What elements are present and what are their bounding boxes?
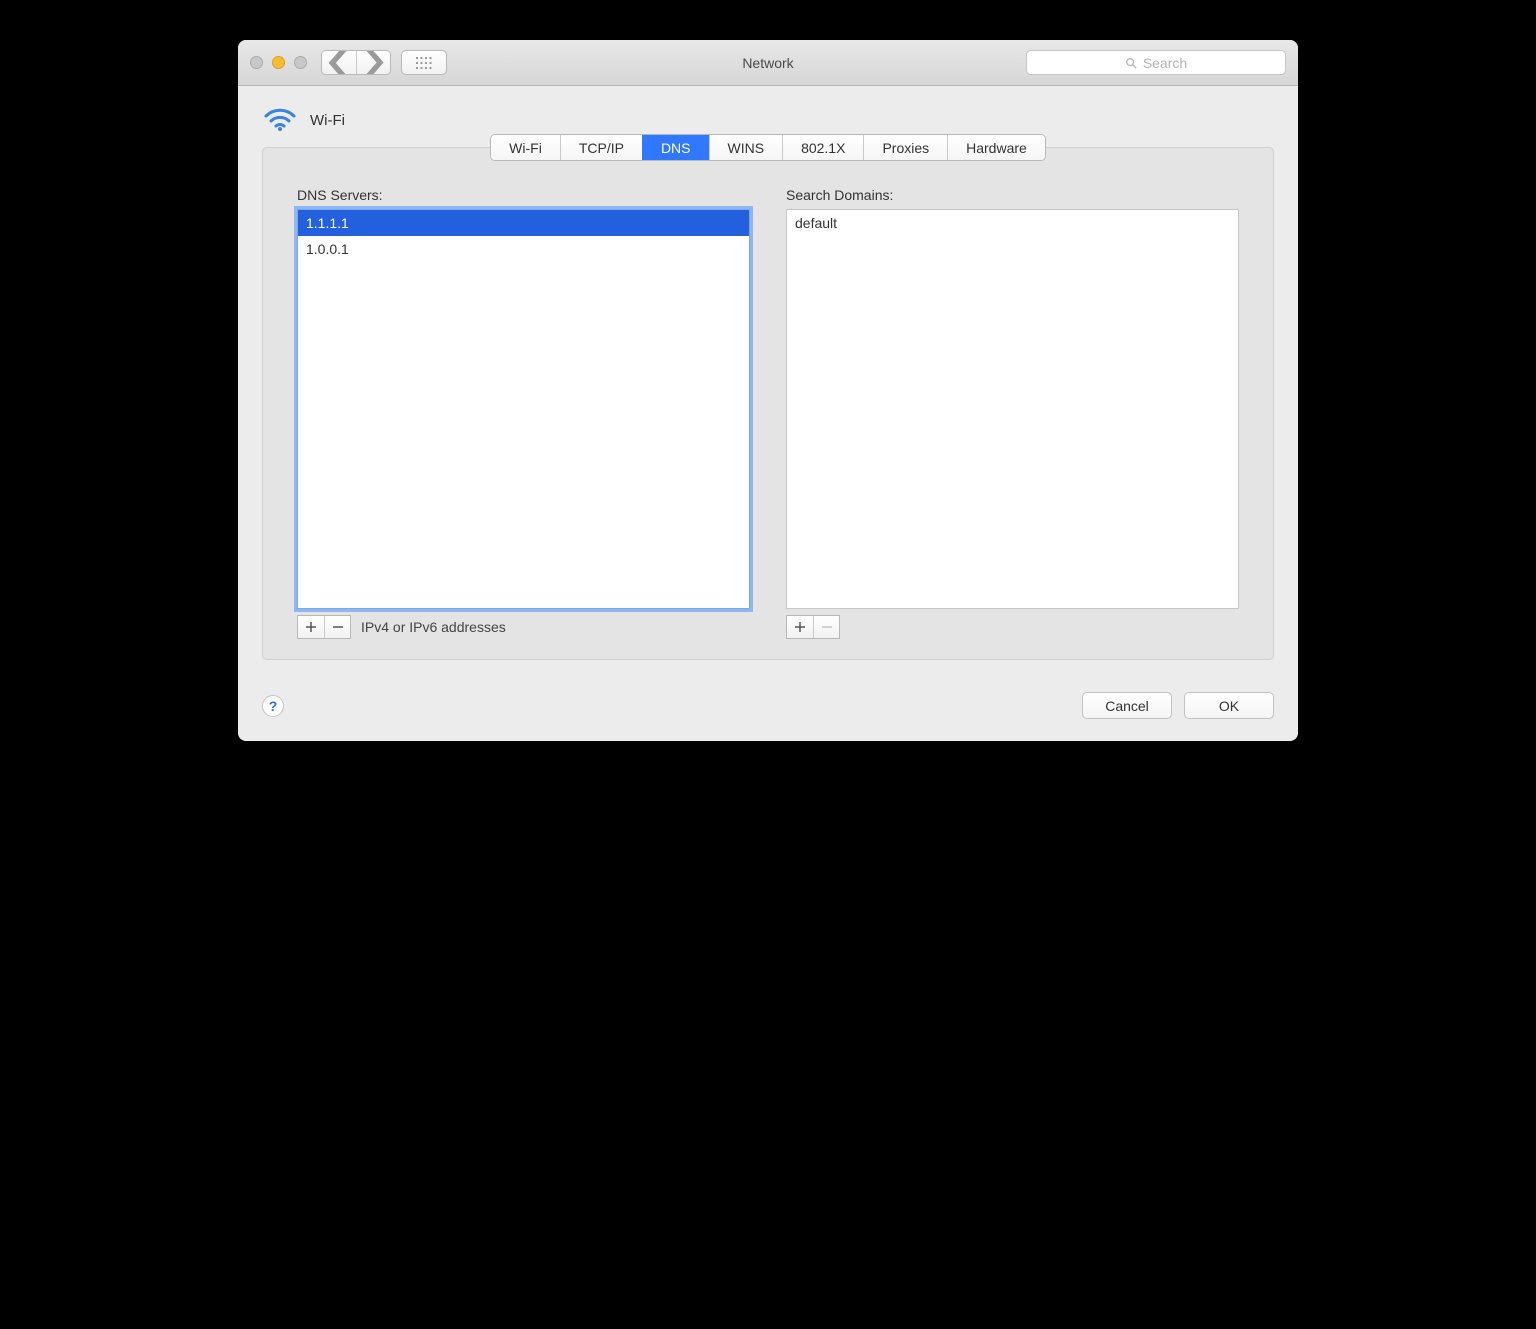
zoom-window-button[interactable]	[294, 56, 307, 69]
titlebar: Network Search	[238, 40, 1298, 86]
domains-remove-button	[813, 616, 839, 638]
plus-icon	[794, 621, 806, 633]
chevron-left-icon	[322, 50, 356, 75]
help-button[interactable]: ?	[262, 695, 284, 717]
search-domains-list[interactable]: default	[786, 209, 1239, 609]
tab-8021x[interactable]: 802.1X	[782, 135, 863, 160]
tab-bar: Wi-Fi TCP/IP DNS WINS 802.1X Proxies Har…	[263, 134, 1273, 161]
dns-servers-label: DNS Servers:	[297, 187, 750, 203]
tab-hardware[interactable]: Hardware	[947, 135, 1045, 160]
search-domains-column: Search Domains: default	[786, 187, 1239, 639]
show-all-button[interactable]	[401, 50, 447, 75]
tab-tcpip[interactable]: TCP/IP	[560, 135, 642, 160]
nav-back-forward	[321, 50, 391, 75]
tab-wins[interactable]: WINS	[709, 135, 783, 160]
tab-wifi[interactable]: Wi-Fi	[491, 135, 560, 160]
grid-icon	[416, 57, 432, 69]
search-placeholder: Search	[1143, 55, 1187, 71]
dns-servers-list[interactable]: 1.1.1.1 1.0.0.1	[297, 209, 750, 609]
dns-add-button[interactable]	[298, 616, 324, 638]
dns-servers-column: DNS Servers: 1.1.1.1 1.0.0.1	[297, 187, 750, 639]
minimize-window-button[interactable]	[272, 56, 285, 69]
dns-server-row[interactable]: 1.1.1.1	[298, 210, 749, 236]
ok-button[interactable]: OK	[1184, 692, 1274, 719]
minus-icon	[332, 621, 344, 633]
dns-add-remove	[297, 615, 351, 639]
search-domain-row[interactable]: default	[787, 210, 1238, 236]
search-field[interactable]: Search	[1026, 50, 1286, 75]
dialog-footer: ? Cancel OK	[238, 678, 1298, 741]
forward-button[interactable]	[356, 51, 390, 74]
domains-add-remove	[786, 615, 840, 639]
tab-dns[interactable]: DNS	[642, 135, 709, 160]
chevron-right-icon	[357, 50, 390, 75]
domains-add-button[interactable]	[787, 616, 813, 638]
dns-server-row[interactable]: 1.0.0.1	[298, 236, 749, 262]
wifi-icon	[262, 104, 298, 137]
search-domains-label: Search Domains:	[786, 187, 1239, 203]
plus-icon	[305, 621, 317, 633]
back-button[interactable]	[322, 51, 356, 74]
interface-name: Wi-Fi	[310, 112, 345, 129]
window-controls	[250, 56, 307, 69]
network-preferences-window: Network Search Wi-Fi Wi-Fi TCP/IP	[238, 40, 1298, 741]
cancel-button[interactable]: Cancel	[1082, 692, 1172, 719]
settings-panel: Wi-Fi TCP/IP DNS WINS 802.1X Proxies Har…	[262, 147, 1274, 660]
minus-icon	[821, 621, 833, 633]
dns-remove-button[interactable]	[324, 616, 350, 638]
tab-proxies[interactable]: Proxies	[863, 135, 947, 160]
search-icon	[1125, 57, 1137, 69]
dns-helper-text: IPv4 or IPv6 addresses	[361, 619, 506, 635]
close-window-button[interactable]	[250, 56, 263, 69]
